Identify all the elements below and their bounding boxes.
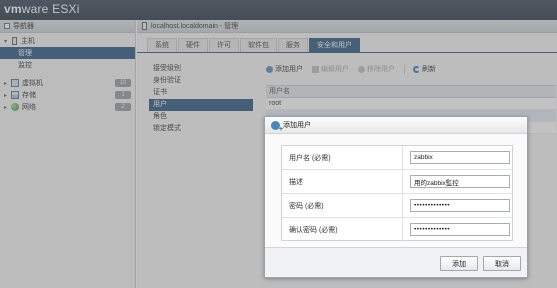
password-label: 密码 (必需) — [289, 203, 324, 210]
form-divider — [402, 218, 403, 242]
username-input[interactable] — [410, 151, 510, 164]
form-divider — [402, 146, 403, 169]
add-user-dialog: 添加用户 用户名 (必需) 描述 密码 (必需) 确认密码 (必需) 添加 取消 — [264, 116, 528, 278]
dialog-title: 添加用户 — [283, 122, 311, 129]
add-user-icon — [271, 120, 283, 133]
cancel-button[interactable]: 取消 — [483, 256, 521, 271]
form-row-description: 描述 — [282, 170, 512, 194]
form-row-confirm-password: 确认密码 (必需) — [282, 218, 512, 242]
form-row-username: 用户名 (必需) — [282, 146, 512, 170]
dialog-footer: 添加 取消 — [265, 247, 527, 277]
description-label: 描述 — [289, 179, 303, 186]
dialog-title-bar: 添加用户 — [265, 117, 527, 134]
form-divider — [402, 194, 403, 217]
form-row-password: 密码 (必需) — [282, 194, 512, 218]
description-input[interactable] — [410, 175, 510, 188]
user-form: 用户名 (必需) 描述 密码 (必需) 确认密码 (必需) — [281, 145, 513, 242]
confirm-password-input[interactable] — [410, 223, 510, 236]
confirm-password-label: 确认密码 (必需) — [289, 227, 338, 234]
password-input[interactable] — [410, 199, 510, 212]
add-button[interactable]: 添加 — [440, 256, 478, 271]
form-divider — [402, 170, 403, 193]
username-label: 用户名 (必需) — [289, 155, 331, 162]
